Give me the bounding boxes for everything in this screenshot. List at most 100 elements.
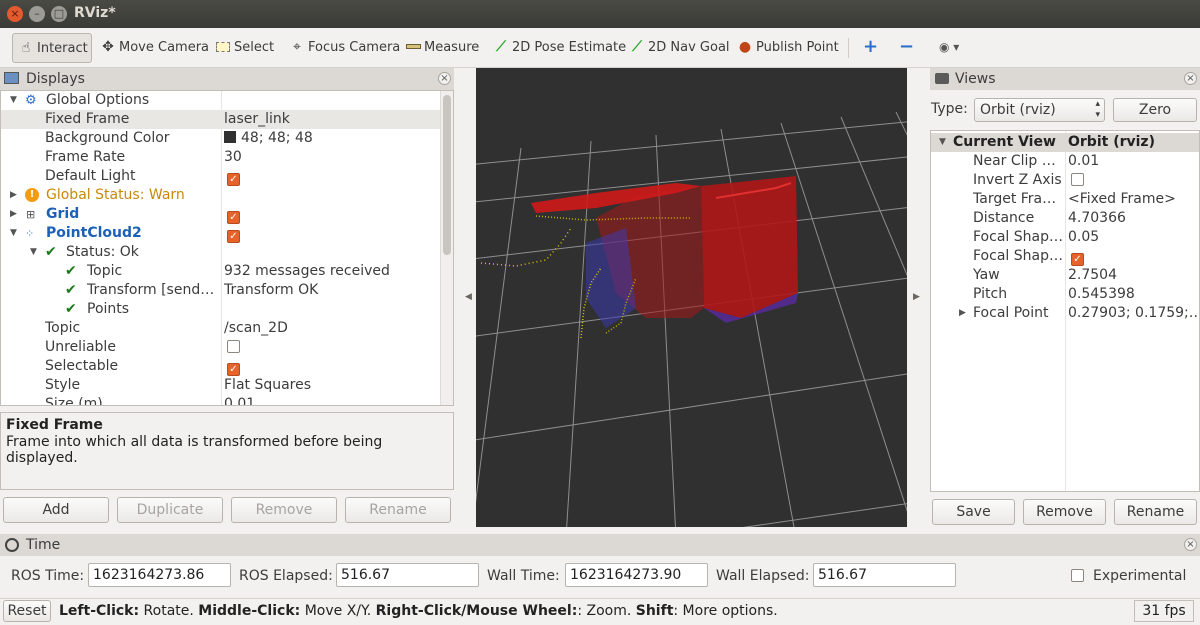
selectable-checkbox[interactable]: ✓ xyxy=(227,357,240,376)
default-light-checkbox[interactable]: ✓ xyxy=(227,167,240,186)
displays-tree[interactable]: ▼ ⚙ Global Options Fixed Frame laser_lin… xyxy=(0,90,454,406)
publish-point-tool-button[interactable]: ● Publish Point xyxy=(733,33,839,63)
tree-row-value[interactable]: 48; 48; 48 xyxy=(224,129,313,148)
save-view-button[interactable]: Save xyxy=(932,499,1015,525)
rename-display-button[interactable]: Rename xyxy=(345,497,451,523)
tree-row-default-light[interactable]: Default Light ✓ xyxy=(1,167,441,186)
tree-row-fixed-frame[interactable]: Fixed Frame laser_link xyxy=(1,110,441,129)
window-close-button[interactable]: × xyxy=(7,6,23,22)
collapse-right-icon[interactable]: ▶ xyxy=(913,292,920,302)
tree-row-invert-z[interactable]: Invert Z Axis xyxy=(931,171,1199,190)
tree-row-value[interactable]: 0.01 xyxy=(224,395,255,405)
duplicate-display-button[interactable]: Duplicate xyxy=(117,497,223,523)
tree-row-target-frame[interactable]: Target Fra… <Fixed Frame> xyxy=(931,190,1199,209)
chevron-down-icon[interactable]: ▼ xyxy=(30,243,37,262)
move-camera-tool-button[interactable]: ✥ Move Camera xyxy=(96,33,209,63)
tree-row-label: Grid xyxy=(46,206,80,222)
tree-row-value[interactable]: 0.545398 xyxy=(1068,285,1135,304)
tree-row-distance[interactable]: Distance 4.70366 xyxy=(931,209,1199,228)
tree-row-focal-shape-fixed[interactable]: Focal Shap… ✓ xyxy=(931,247,1199,266)
tree-row-status-points[interactable]: ✔ Points xyxy=(1,300,441,319)
tree-row-status-ok[interactable]: ▼ ✔ Status: Ok xyxy=(1,243,441,262)
tree-row-value[interactable]: /scan_2D xyxy=(224,319,288,338)
ros-elapsed-field[interactable]: 516.67 xyxy=(336,563,479,587)
close-icon[interactable]: × xyxy=(438,72,451,85)
scene-canvas[interactable] xyxy=(476,68,907,527)
tree-row-status-topic[interactable]: ✔ Topic 932 messages received xyxy=(1,262,441,281)
close-icon[interactable]: × xyxy=(1184,72,1197,85)
select-tool-button[interactable]: Select xyxy=(211,33,274,63)
collapse-left-icon[interactable]: ◀ xyxy=(465,292,472,302)
remove-view-button[interactable]: Remove xyxy=(1023,499,1106,525)
time-panel-header: Time × xyxy=(0,534,1200,556)
invert-z-checkbox[interactable] xyxy=(1071,171,1084,190)
focus-camera-tool-button[interactable]: ⌖ Focus Camera xyxy=(285,33,400,63)
tree-row-selectable[interactable]: Selectable ✓ xyxy=(1,357,441,376)
tree-row-focal-shape-size[interactable]: Focal Shap… 0.05 xyxy=(931,228,1199,247)
experimental-checkbox[interactable] xyxy=(1071,569,1084,582)
chevron-down-icon[interactable]: ▼ xyxy=(10,91,17,110)
panels-visibility-button[interactable]: ◉ ▾ xyxy=(936,33,959,63)
chevron-down-icon[interactable]: ▼ xyxy=(939,133,946,152)
wall-time-field[interactable]: 1623164273.90 xyxy=(565,563,708,587)
tree-row-focal-point[interactable]: ▶ Focal Point 0.27903; 0.1759;… xyxy=(931,304,1199,323)
tree-row-value[interactable]: 30 xyxy=(224,148,242,167)
tree-row-background-color[interactable]: Background Color 48; 48; 48 xyxy=(1,129,441,148)
tree-row-value[interactable]: 0.01 xyxy=(1068,152,1099,171)
reset-button[interactable]: Reset xyxy=(3,600,51,622)
interact-tool-button[interactable]: ☝ Interact xyxy=(12,33,92,63)
tree-row-value[interactable]: laser_link xyxy=(224,110,290,129)
add-tool-button[interactable]: + xyxy=(860,33,878,63)
view-type-select[interactable]: Orbit (rviz) ▴ ▾ xyxy=(974,98,1105,122)
remove-display-button[interactable]: Remove xyxy=(231,497,337,523)
tree-row-global-options[interactable]: ▼ ⚙ Global Options xyxy=(1,91,441,110)
tree-row-value[interactable]: 2.7504 xyxy=(1068,266,1117,285)
chevron-right-icon[interactable]: ▶ xyxy=(10,186,17,205)
tree-row-topic[interactable]: Topic /scan_2D xyxy=(1,319,441,338)
tree-row-style[interactable]: Style Flat Squares xyxy=(1,376,441,395)
ros-time-field[interactable]: 1623164273.86 xyxy=(88,563,231,587)
window-maximize-button[interactable]: □ xyxy=(51,6,67,22)
tree-row-status-transform[interactable]: ✔ Transform [send… Transform OK xyxy=(1,281,441,300)
tree-row-value[interactable]: <Fixed Frame> xyxy=(1068,190,1176,209)
render-viewport[interactable] xyxy=(476,68,907,527)
measure-tool-button[interactable]: Measure xyxy=(401,33,479,63)
add-display-button[interactable]: Add xyxy=(3,497,109,523)
tree-row-frame-rate[interactable]: Frame Rate 30 xyxy=(1,148,441,167)
ruler-icon xyxy=(404,33,422,61)
tree-row-global-status[interactable]: ▶ ! Global Status: Warn xyxy=(1,186,441,205)
close-icon[interactable]: × xyxy=(1184,538,1197,551)
remove-tool-button[interactable]: − xyxy=(896,33,914,63)
tree-row-value[interactable]: 0.27903; 0.1759;… xyxy=(1068,304,1199,323)
tree-row-pitch[interactable]: Pitch 0.545398 xyxy=(931,285,1199,304)
tree-row-label: Points xyxy=(87,301,130,317)
displays-scrollbar[interactable] xyxy=(440,91,453,405)
grid-enabled-checkbox[interactable]: ✓ xyxy=(227,205,240,224)
tree-row-yaw[interactable]: Yaw 2.7504 xyxy=(931,266,1199,285)
wall-elapsed-field[interactable]: 516.67 xyxy=(813,563,956,587)
tree-row-value[interactable]: 0.05 xyxy=(1068,228,1099,247)
zero-button[interactable]: Zero xyxy=(1113,98,1197,122)
tree-row-value[interactable]: 4.70366 xyxy=(1068,209,1126,228)
unreliable-checkbox[interactable] xyxy=(227,338,240,357)
tree-row-value: Transform OK xyxy=(224,282,319,298)
window-minimize-button[interactable]: – xyxy=(29,6,45,22)
focal-shape-checkbox[interactable]: ✓ xyxy=(1071,247,1084,266)
chevron-right-icon[interactable]: ▶ xyxy=(10,205,17,224)
tree-row-pointcloud2[interactable]: ▼ ⁘ PointCloud2 ✓ xyxy=(1,224,441,243)
nav-goal-tool-button[interactable]: ⟋ 2D Nav Goal xyxy=(625,33,729,63)
pointcloud-enabled-checkbox[interactable]: ✓ xyxy=(227,224,240,243)
tree-row-value[interactable]: Flat Squares xyxy=(224,376,311,395)
rename-view-button[interactable]: Rename xyxy=(1114,499,1197,525)
measure-label: Measure xyxy=(424,40,480,55)
tree-row-size[interactable]: Size (m) 0.01 xyxy=(1,395,441,405)
tree-row-grid[interactable]: ▶ ⊞ Grid ✓ xyxy=(1,205,441,224)
views-tree[interactable]: ▼ Current View Orbit (rviz) Near Clip … … xyxy=(930,130,1200,492)
tree-row-unreliable[interactable]: Unreliable xyxy=(1,338,441,357)
scrollbar-thumb[interactable] xyxy=(443,95,451,255)
tree-row-near-clip[interactable]: Near Clip … 0.01 xyxy=(931,152,1199,171)
chevron-down-icon[interactable]: ▼ xyxy=(10,224,17,243)
tree-row-current-view[interactable]: ▼ Current View Orbit (rviz) xyxy=(931,133,1199,152)
pose-estimate-tool-button[interactable]: ⟋ 2D Pose Estimate xyxy=(489,33,626,63)
chevron-right-icon[interactable]: ▶ xyxy=(959,304,966,323)
